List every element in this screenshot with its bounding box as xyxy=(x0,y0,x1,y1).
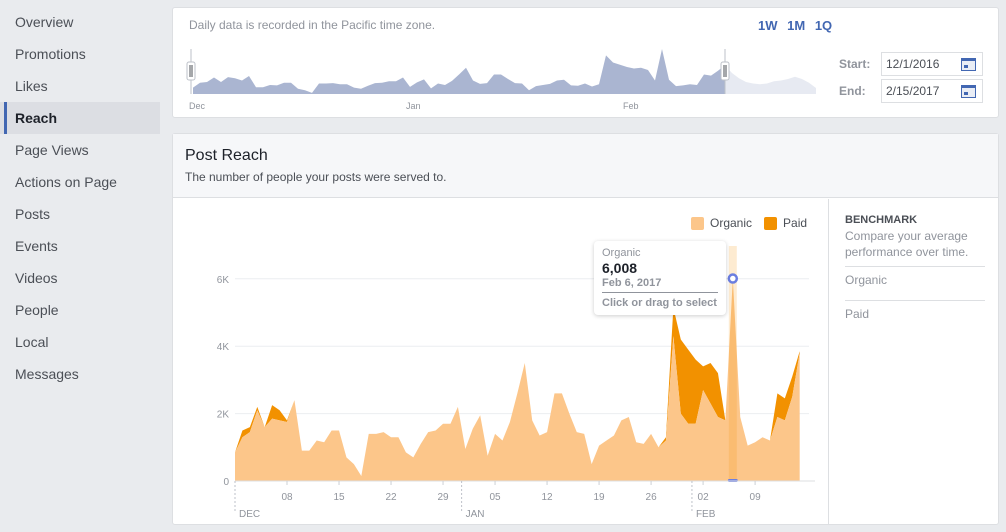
month-label: FEB xyxy=(696,509,716,520)
benchmark-panel: BENCHMARK Compare your average performan… xyxy=(828,199,1000,524)
start-date-value: 12/1/2016 xyxy=(886,57,940,71)
x-tick-label: 12 xyxy=(541,492,553,503)
mini-month-label: Feb xyxy=(623,101,639,111)
sidebar-item-promotions[interactable]: Promotions xyxy=(0,38,160,70)
hover-point xyxy=(727,273,739,284)
post-reach-header: Post Reach The number of people your pos… xyxy=(173,134,998,198)
end-date-value: 2/15/2017 xyxy=(886,84,940,98)
sidebar-item-reach[interactable]: Reach xyxy=(0,102,160,134)
post-reach-chart[interactable]: 0 2K 4K 6K 08 15 22 29 05 12 19 26 02 09 DEC JAN FEB xyxy=(173,199,828,525)
x-tick-label: 09 xyxy=(750,492,762,503)
start-date-row: Start: 12/1/2016 xyxy=(839,52,983,76)
end-date-row: End: 2/15/2017 xyxy=(839,79,983,103)
month-label: JAN xyxy=(466,509,485,520)
timezone-note: Daily data is recorded in the Pacific ti… xyxy=(189,18,436,32)
tooltip-date: Feb 6, 2017 xyxy=(602,277,718,293)
benchmark-organic[interactable]: Organic xyxy=(845,266,985,294)
post-reach-title: Post Reach xyxy=(185,147,268,164)
y-tick-label: 2K xyxy=(217,410,230,421)
preset-1w[interactable]: 1W xyxy=(758,18,778,33)
month-label: DEC xyxy=(239,509,260,520)
benchmark-description: Compare your average performance over ti… xyxy=(845,229,969,259)
start-date-input[interactable]: 12/1/2016 xyxy=(881,52,983,76)
sidebar-item-events[interactable]: Events xyxy=(0,230,160,262)
start-label: Start: xyxy=(839,57,871,71)
sidebar-item-overview[interactable]: Overview xyxy=(0,6,160,38)
date-range-panel: Daily data is recorded in the Pacific ti… xyxy=(172,7,999,118)
tooltip-series: Organic xyxy=(602,247,641,259)
x-tick-label: 05 xyxy=(489,492,501,503)
y-tick-label: 0 xyxy=(223,477,229,488)
sidebar-item-videos[interactable]: Videos xyxy=(0,262,160,294)
mini-selected-area xyxy=(193,48,725,94)
x-tick-label: 29 xyxy=(437,492,449,503)
sidebar-item-posts[interactable]: Posts xyxy=(0,198,160,230)
legend-swatch-organic xyxy=(691,216,704,230)
calendar-icon[interactable] xyxy=(961,85,976,98)
sidebar-nav: Overview Promotions Likes Reach Page Views Ac… xyxy=(0,0,160,390)
x-tick-label: 15 xyxy=(333,492,345,503)
range-handle[interactable] xyxy=(720,61,730,81)
tooltip-value: 6,008 xyxy=(602,260,638,276)
mini-unselected-area xyxy=(725,65,816,94)
preset-1m[interactable]: 1M xyxy=(787,18,805,33)
calendar-icon[interactable] xyxy=(961,58,976,71)
sidebar-item-local[interactable]: Local xyxy=(0,326,160,358)
x-tick-label: 08 xyxy=(281,492,293,503)
mini-month-label: Dec xyxy=(189,101,206,111)
post-reach-subtitle: The number of people your posts were ser… xyxy=(185,170,447,184)
sidebar-item-page-views[interactable]: Page Views xyxy=(0,134,160,166)
chart-legend: Organic Paid xyxy=(691,216,819,230)
sidebar-item-actions-on-page[interactable]: Actions on Page xyxy=(0,166,160,198)
range-overview-chart[interactable]: Dec Jan Feb xyxy=(181,44,821,116)
mini-month-label: Jan xyxy=(406,101,421,111)
sidebar-item-messages[interactable]: Messages xyxy=(0,358,160,390)
x-tick-label: 22 xyxy=(385,492,397,503)
chart-tooltip: Organic 6,008 Feb 6, 2017 Click or drag … xyxy=(594,241,726,315)
legend-label-organic: Organic xyxy=(710,216,753,230)
end-date-input[interactable]: 2/15/2017 xyxy=(881,79,983,103)
legend-label-paid: Paid xyxy=(783,216,808,230)
tooltip-hint: Click or drag to select xyxy=(602,297,717,309)
y-tick-label: 6K xyxy=(217,275,230,286)
sidebar-item-people[interactable]: People xyxy=(0,294,160,326)
benchmark-paid[interactable]: Paid xyxy=(845,300,985,328)
benchmark-title: BENCHMARK xyxy=(845,214,918,226)
legend-swatch-paid xyxy=(764,216,778,230)
range-presets: 1W 1M 1Q xyxy=(758,18,838,33)
y-tick-label: 4K xyxy=(217,342,230,353)
sidebar-item-likes[interactable]: Likes xyxy=(0,70,160,102)
end-label: End: xyxy=(839,84,866,98)
x-tick-label: 19 xyxy=(594,492,606,503)
range-handle[interactable] xyxy=(186,61,196,81)
x-tick-label: 02 xyxy=(698,492,710,503)
x-tick-label: 26 xyxy=(646,492,658,503)
legend-item-paid[interactable]: Paid xyxy=(764,216,807,230)
preset-1q[interactable]: 1Q xyxy=(815,18,832,33)
legend-item-organic[interactable]: Organic xyxy=(691,216,752,230)
post-reach-panel: Post Reach The number of people your pos… xyxy=(172,133,999,525)
